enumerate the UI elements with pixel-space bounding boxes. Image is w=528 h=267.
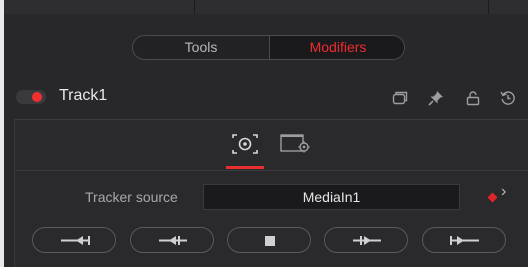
- lock-icon[interactable]: [465, 90, 481, 106]
- track-forward-button[interactable]: [324, 227, 408, 253]
- track-to-end-button[interactable]: [422, 227, 506, 253]
- track-to-start-button[interactable]: [32, 227, 116, 253]
- stack-icon[interactable]: [392, 90, 408, 106]
- node-enable-toggle[interactable]: [16, 90, 46, 104]
- divider: [194, 0, 195, 14]
- tracker-target-icon[interactable]: [226, 132, 264, 169]
- tracker-source-label: Tracker source: [85, 189, 178, 205]
- pin-icon[interactable]: [428, 90, 444, 106]
- divider: [488, 0, 489, 14]
- stop-tracking-button[interactable]: [227, 227, 311, 253]
- node-header: Track1: [14, 84, 528, 110]
- reset-icon[interactable]: [500, 90, 516, 106]
- tracker-settings-icon[interactable]: [280, 132, 312, 156]
- tracker-source-field[interactable]: MediaIn1: [203, 184, 460, 210]
- keyframe-diamond-icon[interactable]: [487, 192, 498, 203]
- chevron-right-icon[interactable]: ›: [501, 183, 506, 201]
- toggle-indicator: [32, 92, 42, 102]
- tools-modifiers-switch: Tools Modifiers: [132, 35, 405, 60]
- tab-modifiers[interactable]: Modifiers: [269, 36, 404, 59]
- tab-tools[interactable]: Tools: [133, 36, 269, 59]
- track-backward-button[interactable]: [130, 227, 214, 253]
- inspector-content: Tracker source MediaIn1 ›: [14, 119, 528, 267]
- inspector-tab-bar: [15, 120, 528, 171]
- top-strip: [4, 0, 528, 14]
- node-name[interactable]: Track1: [59, 87, 107, 105]
